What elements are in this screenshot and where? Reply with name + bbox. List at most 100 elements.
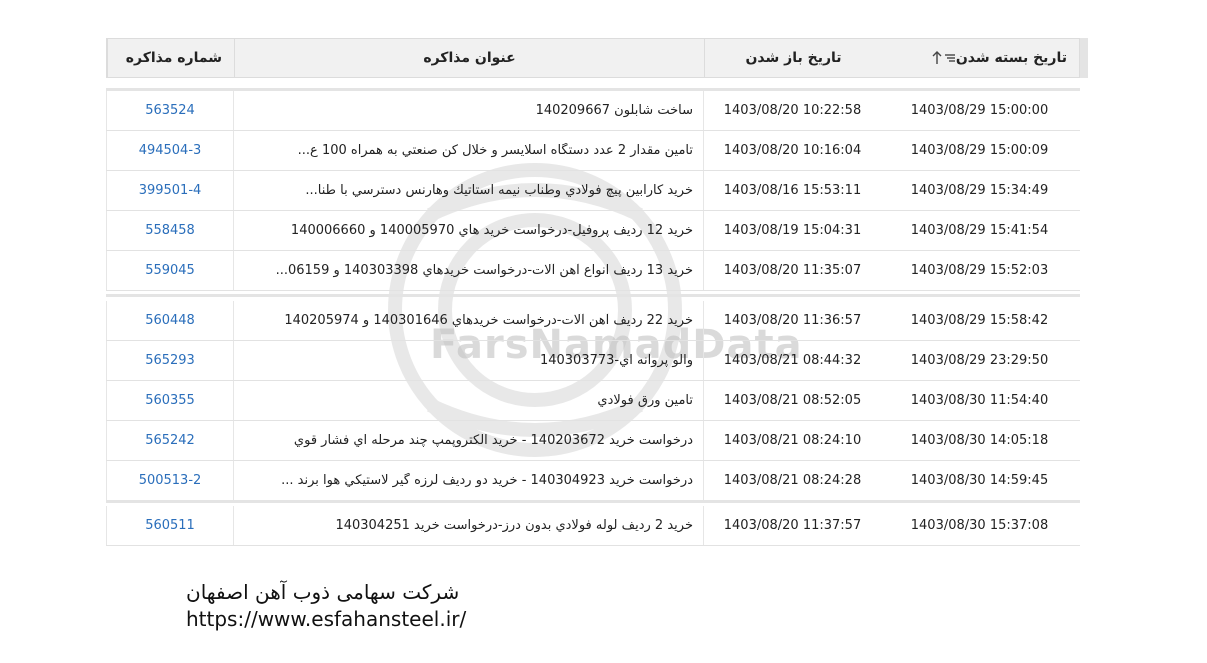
table-row[interactable]: 399501-4 خريد كارابين پيچ فولادي وطناب ني…	[106, 171, 1080, 211]
open-date: 1403/08/19 15:04:31	[703, 211, 881, 250]
negotiation-id-link[interactable]: 494504-3	[106, 131, 233, 170]
open-date: 1403/08/20 11:37:57	[703, 506, 881, 545]
negotiation-title: تامين ورق فولادي	[233, 381, 703, 420]
sort-icon[interactable]	[932, 51, 956, 65]
negotiation-title-text: خريد 22 رديف آهن آلات-درخواست خريدهاي 14…	[284, 313, 693, 328]
table-header: شماره مذاکره عنوان مذاکره تاریخ باز شدن …	[106, 38, 1080, 78]
negotiation-id-link[interactable]: 500513-2	[106, 461, 233, 500]
negotiation-id-link[interactable]: 559045	[106, 251, 233, 290]
table-row[interactable]: 500513-2 درخواست خريد 140304923 - خريد دو…	[106, 461, 1080, 501]
negotiation-title-text: والو پروانه اي-140303773	[539, 353, 693, 368]
open-date: 1403/08/21 08:52:05	[703, 381, 881, 420]
arrow-up-icon	[932, 51, 942, 64]
negotiation-id-link-text: 560355	[145, 393, 195, 408]
negotiation-title: خريد كارابين پيچ فولادي وطناب نيمه استات…	[233, 171, 703, 210]
table-group-1: 563524 ساخت شابلون 140209667 1403/08/20 10…	[106, 91, 1080, 291]
close-date-text: 1403/08/30 14:05:18	[910, 433, 1049, 448]
table-row[interactable]: 565242 درخواست خريد 140203672 - خريد الكت…	[106, 421, 1080, 461]
open-date-text: 1403/08/21 08:52:05	[723, 393, 862, 408]
open-date: 1403/08/20 10:22:58	[703, 91, 881, 130]
close-date: 1403/08/30 14:59:45	[881, 461, 1078, 500]
negotiation-title-text: تامين ورق فولادي	[597, 393, 693, 408]
table-row[interactable]: 558458 خريد 12 رديف پروفيل-درخواست خريد ه…	[106, 211, 1080, 251]
negotiation-id-link[interactable]: 560448	[106, 301, 233, 340]
negotiation-title-text: ساخت شابلون 140209667	[535, 103, 693, 118]
table-row[interactable]: 565293 والو پروانه اي-140303773 1403/08/21…	[106, 341, 1080, 381]
close-date: 1403/08/30 11:54:40	[881, 381, 1078, 420]
negotiation-id-link-text: 558458	[145, 223, 195, 238]
header-id-label: شماره مذاکره	[125, 50, 222, 66]
close-date-text: 1403/08/29 15:58:42	[910, 313, 1049, 328]
table-row[interactable]: 563524 ساخت شابلون 140209667 1403/08/20 10…	[106, 91, 1080, 131]
open-date-text: 1403/08/16 15:53:11	[723, 183, 862, 198]
negotiation-title: والو پروانه اي-140303773	[233, 341, 703, 380]
close-date-text: 1403/08/29 15:00:00	[910, 103, 1049, 118]
table-row[interactable]: 560355 تامين ورق فولادي 1403/08/21 08:52:0…	[106, 381, 1080, 421]
header-open-date[interactable]: تاریخ باز شدن	[704, 39, 882, 77]
negotiation-id-link-text: 560511	[145, 518, 195, 533]
table-row[interactable]: 559045 خريد 13 رديف انواع آهن آلات-درخواس…	[106, 251, 1080, 291]
group-divider	[106, 500, 1080, 503]
negotiation-title: خريد 22 رديف آهن آلات-درخواست خريدهاي 14…	[233, 301, 703, 340]
close-date: 1403/08/29 23:29:50	[881, 341, 1078, 380]
company-url[interactable]: https://www.esfahansteel.ir/	[186, 607, 466, 631]
close-date: 1403/08/29 15:58:42	[881, 301, 1078, 340]
group-divider	[106, 294, 1080, 297]
open-date: 1403/08/20 10:16:04	[703, 131, 881, 170]
negotiation-id-link-text: 563524	[145, 103, 195, 118]
close-date: 1403/08/29 15:34:49	[881, 171, 1078, 210]
open-date-text: 1403/08/20 11:36:57	[723, 313, 862, 328]
negotiation-title: درخواست خريد 140304923 - خريد دو رديف لر…	[233, 461, 703, 500]
negotiation-id-link-text: 399501-4	[138, 183, 202, 198]
close-date: 1403/08/30 14:05:18	[881, 421, 1078, 460]
table-group-3: 560511 خريد 2 رديف لوله فولادي بدون درز-د…	[106, 506, 1080, 546]
close-date: 1403/08/29 15:52:03	[881, 251, 1078, 290]
table-row[interactable]: 560448 خريد 22 رديف آهن آلات-درخواست خريد…	[106, 301, 1080, 341]
header-open-label: تاریخ باز شدن	[745, 50, 842, 66]
negotiation-id-link[interactable]: 558458	[106, 211, 233, 250]
negotiation-title: تامين مقدار 2 عدد دستگاه اسلايسر و خلال …	[233, 131, 703, 170]
open-date-text: 1403/08/20 11:35:07	[723, 263, 862, 278]
negotiation-id-link[interactable]: 560355	[106, 381, 233, 420]
negotiation-id-link[interactable]: 565242	[106, 421, 233, 460]
negotiation-id-link[interactable]: 560511	[106, 506, 233, 545]
negotiation-id-link[interactable]: 565293	[106, 341, 233, 380]
open-date-text: 1403/08/21 08:44:32	[723, 353, 862, 368]
table-row[interactable]: 494504-3 تامين مقدار 2 عدد دستگاه اسلايسر…	[106, 131, 1080, 171]
table-row[interactable]: 560511 خريد 2 رديف لوله فولادي بدون درز-د…	[106, 506, 1080, 546]
table-group-2: 560448 خريد 22 رديف آهن آلات-درخواست خريد…	[106, 301, 1080, 501]
negotiation-title-text: تامين مقدار 2 عدد دستگاه اسلايسر و خلال …	[297, 143, 693, 158]
header-close-label: تاریخ بسته شدن	[955, 50, 1067, 66]
negotiation-title-text: درخواست خريد 140304923 - خريد دو رديف لر…	[281, 473, 693, 488]
close-date-text: 1403/08/29 15:00:09	[910, 143, 1049, 158]
open-date: 1403/08/20 11:35:07	[703, 251, 881, 290]
negotiation-id-link-text: 560448	[145, 313, 195, 328]
open-date-text: 1403/08/20 11:37:57	[723, 518, 862, 533]
close-date-text: 1403/08/29 15:41:54	[910, 223, 1049, 238]
negotiation-title: خريد 13 رديف انواع آهن آلات-درخواست خريد…	[233, 251, 703, 290]
header-close-date[interactable]: تاریخ بسته شدن	[882, 39, 1079, 77]
filter-lines-icon	[944, 54, 955, 62]
negotiation-id-link[interactable]: 563524	[106, 91, 233, 130]
negotiation-title: ساخت شابلون 140209667	[233, 91, 703, 130]
negotiation-id-link-text: 500513-2	[138, 473, 202, 488]
negotiation-id-link-text: 565242	[145, 433, 195, 448]
close-date-text: 1403/08/30 15:37:08	[910, 518, 1049, 533]
negotiation-title: خريد 12 رديف پروفيل-درخواست خريد هاي 140…	[233, 211, 703, 250]
negotiation-id-link[interactable]: 399501-4	[106, 171, 233, 210]
header-title[interactable]: عنوان مذاکره	[234, 39, 704, 77]
close-date-text: 1403/08/30 11:54:40	[910, 393, 1049, 408]
open-date: 1403/08/16 15:53:11	[703, 171, 881, 210]
negotiation-title-text: خريد 2 رديف لوله فولادي بدون درز-درخواست…	[335, 518, 693, 533]
open-date-text: 1403/08/21 08:24:28	[723, 473, 862, 488]
negotiation-id-link-text: 565293	[145, 353, 195, 368]
open-date: 1403/08/21 08:44:32	[703, 341, 881, 380]
header-title-label: عنوان مذاکره	[423, 50, 516, 66]
close-date-text: 1403/08/29 15:34:49	[910, 183, 1049, 198]
close-date-text: 1403/08/30 14:59:45	[910, 473, 1049, 488]
open-date-text: 1403/08/21 08:24:10	[723, 433, 862, 448]
header-id[interactable]: شماره مذاکره	[107, 39, 234, 77]
open-date: 1403/08/21 08:24:28	[703, 461, 881, 500]
negotiation-id-link-text: 559045	[145, 263, 195, 278]
negotiation-title-text: خريد 12 رديف پروفيل-درخواست خريد هاي 140…	[290, 223, 693, 238]
